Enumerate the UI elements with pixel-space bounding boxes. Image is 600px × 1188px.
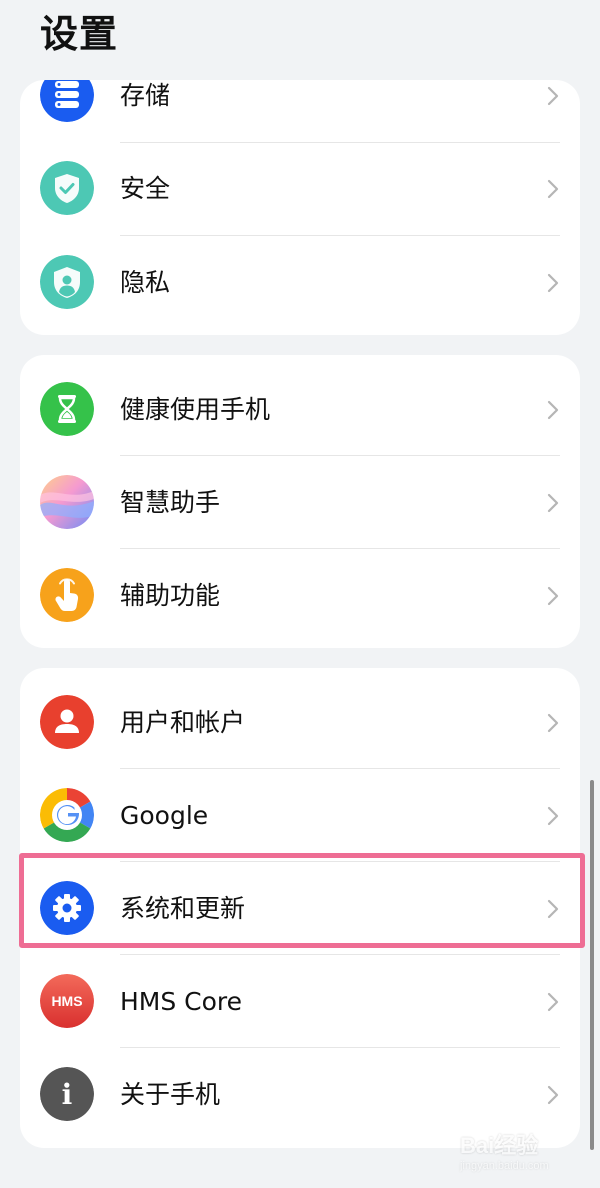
google-icon: [40, 788, 94, 842]
scrollbar[interactable]: [590, 780, 594, 1150]
svg-text:i: i: [62, 1078, 73, 1111]
page-title: 设置: [40, 12, 119, 56]
watermark-subtext: jingyan.baidu.com: [460, 1160, 549, 1172]
settings-item-security[interactable]: 安全: [20, 142, 580, 235]
storage-icon: [40, 80, 94, 122]
accessibility-hand-icon: [40, 568, 94, 622]
svg-text:HMS: HMS: [51, 993, 82, 1009]
settings-item-label: 健康使用手机: [120, 395, 271, 424]
settings-item-privacy[interactable]: 隐私: [20, 236, 580, 329]
chevron-right-icon: [546, 585, 560, 607]
settings-item-label: 存储: [120, 81, 171, 110]
hourglass-icon: [40, 382, 94, 436]
chevron-right-icon: [546, 991, 560, 1013]
settings-item-users-accounts[interactable]: 用户和帐户: [20, 676, 580, 769]
settings-item-label: 智慧助手: [120, 488, 221, 517]
watermark: Bai经验 jingyan.baidu.com: [458, 1122, 588, 1182]
chevron-right-icon: [546, 178, 560, 200]
user-icon: [40, 695, 94, 749]
settings-group-assistance: 健康使用手机 智慧助手 辅助功能: [20, 355, 580, 648]
privacy-shield-icon: [40, 255, 94, 309]
security-shield-icon: [40, 161, 94, 215]
settings-group-security: 存储 安全 隐私: [20, 80, 580, 335]
settings-item-label: 隐私: [120, 268, 171, 297]
settings-item-label: 关于手机: [120, 1080, 221, 1109]
chevron-right-icon: [546, 492, 560, 514]
settings-item-accessibility[interactable]: 辅助功能: [20, 549, 580, 642]
chevron-right-icon: [546, 85, 560, 107]
info-icon: i: [40, 1067, 94, 1121]
settings-item-hms-core[interactable]: HMS HMS Core: [20, 955, 580, 1048]
settings-item-label: HMS Core: [120, 987, 243, 1016]
settings-item-storage[interactable]: 存储: [20, 80, 580, 142]
highlight-frame: [19, 853, 585, 948]
settings-item-digital-balance[interactable]: 健康使用手机: [20, 363, 580, 456]
settings-item-label: Google: [120, 801, 209, 830]
settings-item-label: 用户和帐户: [120, 708, 246, 737]
watermark-text: Bai经验: [460, 1133, 539, 1158]
chevron-right-icon: [546, 712, 560, 734]
settings-item-google[interactable]: Google: [20, 769, 580, 862]
settings-item-smart-assistant[interactable]: 智慧助手: [20, 456, 580, 549]
chevron-right-icon: [546, 272, 560, 294]
settings-item-label: 安全: [120, 174, 171, 203]
chevron-right-icon: [546, 805, 560, 827]
chevron-right-icon: [546, 399, 560, 421]
smart-assistant-icon: [40, 475, 94, 529]
hms-core-icon: HMS: [40, 974, 94, 1028]
chevron-right-icon: [546, 1084, 560, 1106]
settings-item-label: 辅助功能: [120, 581, 221, 610]
